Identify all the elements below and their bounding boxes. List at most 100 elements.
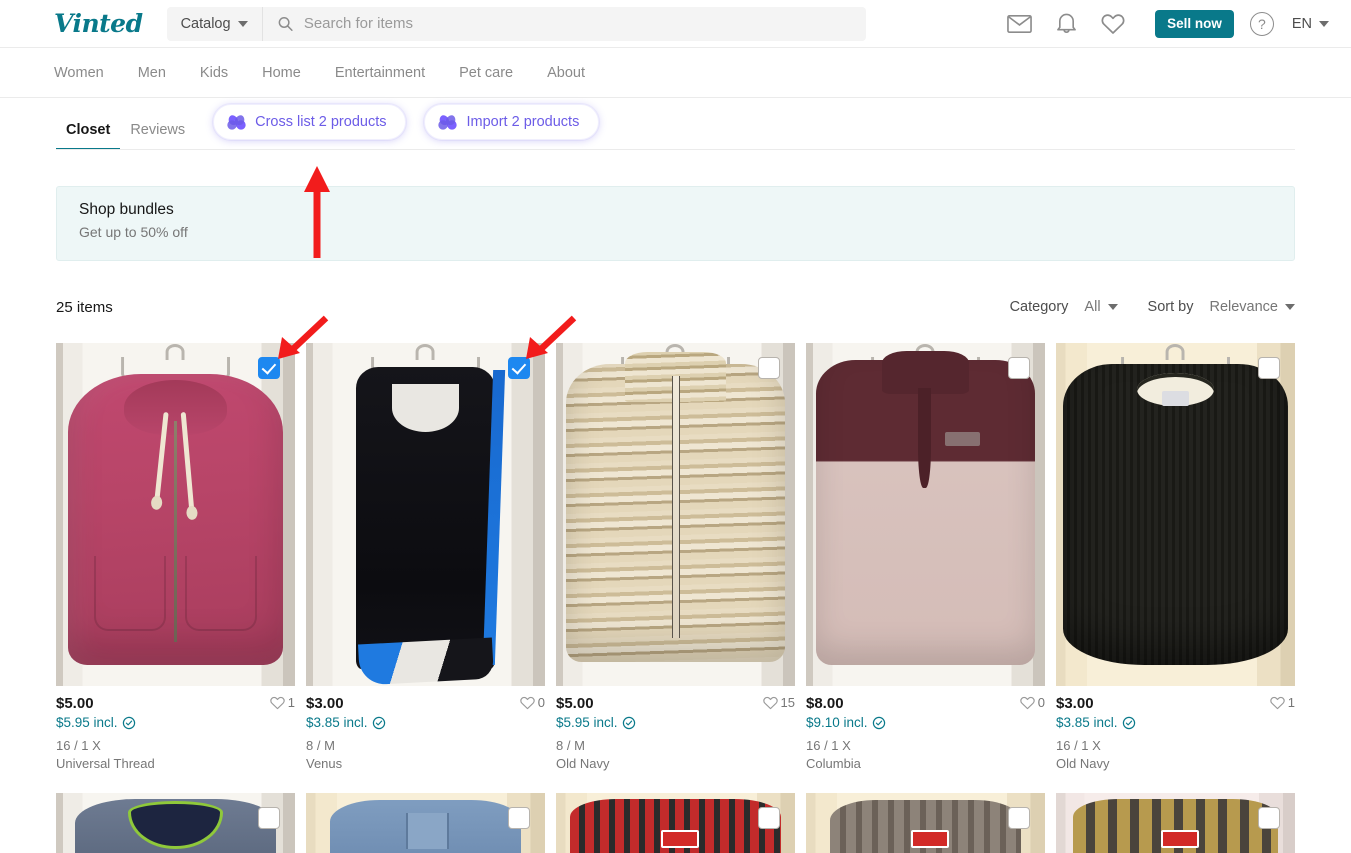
garment-sherpa-jacket [565, 351, 786, 662]
product-select-checkbox[interactable] [758, 807, 780, 829]
product-card[interactable]: $5.00 15 $5.95 incl. 8 / M Old Navy [556, 343, 795, 771]
product-photo[interactable] [56, 343, 295, 686]
product-photo[interactable] [306, 343, 545, 686]
likes-count: 0 [537, 695, 545, 710]
product-select-checkbox[interactable] [1258, 807, 1280, 829]
nav-item-men[interactable]: Men [138, 65, 166, 81]
sort-by-dropdown[interactable]: Relevance [1209, 299, 1295, 315]
search-box[interactable] [261, 6, 866, 41]
nav-item-entertainment[interactable]: Entertainment [335, 65, 425, 81]
product-grid: $5.00 1 $5.95 incl. 16 / 1 X Universal T… [56, 343, 1295, 853]
sort-by-value: Relevance [1209, 299, 1278, 315]
product-card[interactable]: $8.00 0 $9.10 incl. 16 / 1 X Columbia [806, 343, 1045, 771]
sell-now-button[interactable]: Sell now [1155, 9, 1234, 38]
catalog-dropdown[interactable]: Catalog [166, 6, 262, 41]
tank-inner-layer [392, 384, 459, 433]
buyer-protection-shield-icon [122, 716, 135, 729]
product-select-checkbox[interactable] [258, 357, 280, 379]
columbia-logo-patch [944, 432, 981, 446]
product-price: $5.00 [56, 695, 94, 712]
product-brand: Old Navy [556, 756, 610, 771]
heart-icon [762, 696, 778, 709]
nav-item-women[interactable]: Women [54, 65, 104, 81]
product-card[interactable]: $3.00 1 $3.85 incl. 16 / 1 X Old Navy [1056, 343, 1295, 771]
filter-bar: 25 items Category All Sort by Relevance [56, 293, 1295, 321]
nav-item-kids[interactable]: Kids [200, 65, 228, 81]
product-brand: Venus [306, 756, 343, 771]
vinted-logo[interactable]: Vinted [54, 9, 143, 38]
product-select-checkbox[interactable] [1008, 357, 1030, 379]
envelope-icon[interactable] [1007, 14, 1032, 34]
product-photo[interactable] [1056, 793, 1295, 853]
product-card[interactable] [1056, 793, 1295, 853]
language-label: EN [1291, 15, 1312, 32]
catalog-label: Catalog [180, 15, 231, 32]
inclusive-price-row: $5.95 incl. [56, 715, 295, 730]
product-photo[interactable] [806, 343, 1045, 686]
sort-by-label: Sort by [1147, 299, 1194, 315]
likes-counter[interactable]: 0 [520, 695, 545, 710]
buyer-protection-shield-icon [622, 716, 635, 729]
product-card[interactable]: $5.00 1 $5.95 incl. 16 / 1 X Universal T… [56, 343, 295, 771]
product-photo[interactable] [56, 793, 295, 853]
likes-counter[interactable]: 15 [762, 695, 795, 710]
product-photo[interactable] [806, 793, 1045, 853]
product-photo[interactable] [556, 793, 795, 853]
product-card[interactable]: $3.00 0 $3.85 incl. 8 / M Venus [306, 343, 545, 771]
shop-bundles-banner[interactable]: Shop bundles Get up to 50% off [56, 186, 1295, 261]
tab-reviews[interactable]: Reviews [120, 122, 195, 150]
product-select-checkbox[interactable] [258, 807, 280, 829]
import-products-button[interactable]: Import 2 products [424, 104, 600, 140]
category-filter-dropdown[interactable]: All [1084, 299, 1118, 315]
inclusive-price: $5.95 incl. [56, 715, 118, 730]
product-meta: $8.00 0 $9.10 incl. 16 / 1 X Columbia [806, 686, 1045, 771]
help-icon[interactable]: ? [1249, 11, 1274, 36]
likes-counter[interactable]: 1 [1270, 695, 1295, 710]
product-photo[interactable] [306, 793, 545, 853]
category-nav: Women Men Kids Home Entertainment Pet ca… [0, 48, 1351, 98]
product-photo[interactable] [1056, 343, 1295, 686]
import-label: Import 2 products [466, 114, 580, 130]
product-size: 16 / 1 X [56, 738, 101, 753]
inclusive-price: $3.85 incl. [306, 715, 368, 730]
crosslist-butterfly-icon [227, 114, 246, 130]
language-selector[interactable]: EN [1292, 16, 1329, 32]
product-card[interactable] [806, 793, 1045, 853]
product-select-checkbox[interactable] [508, 807, 530, 829]
product-photo[interactable] [556, 343, 795, 686]
product-select-checkbox[interactable] [1008, 807, 1030, 829]
product-card[interactable] [556, 793, 795, 853]
product-card[interactable] [306, 793, 545, 853]
product-size: 16 / 1 X [1056, 738, 1101, 753]
garment-black-knit-top [1063, 363, 1288, 666]
price-row: $3.00 0 [306, 695, 545, 712]
inclusive-price: $5.95 incl. [556, 715, 618, 730]
nav-item-home[interactable]: Home [262, 65, 301, 81]
nav-item-about[interactable]: About [547, 65, 585, 81]
item-count: 25 items [56, 298, 113, 316]
bell-icon[interactable] [1056, 12, 1077, 35]
price-row: $5.00 1 [56, 695, 295, 712]
tab-closet[interactable]: Closet [56, 122, 121, 150]
cross-list-products-button[interactable]: Cross list 2 products [213, 104, 407, 140]
product-meta: $5.00 1 $5.95 incl. 16 / 1 X Universal T… [56, 686, 295, 771]
likes-counter[interactable]: 1 [270, 695, 295, 710]
likes-count: 1 [1287, 695, 1295, 710]
heart-icon[interactable] [1101, 13, 1125, 35]
product-select-checkbox[interactable] [1258, 357, 1280, 379]
heart-icon [1270, 696, 1285, 709]
banner-title: Shop bundles [79, 201, 174, 218]
search-input[interactable] [301, 14, 852, 33]
product-select-checkbox[interactable] [508, 357, 530, 379]
heart-icon [520, 696, 535, 709]
product-card[interactable] [56, 793, 295, 853]
product-price: $3.00 [1056, 695, 1094, 712]
product-price: $5.00 [556, 695, 594, 712]
product-select-checkbox[interactable] [758, 357, 780, 379]
price-row: $8.00 0 [806, 695, 1045, 712]
product-meta: $3.00 1 $3.85 incl. 16 / 1 X Old Navy [1056, 686, 1295, 771]
nav-item-pet-care[interactable]: Pet care [459, 65, 513, 81]
likes-counter[interactable]: 0 [1020, 695, 1045, 710]
likes-count: 1 [287, 695, 295, 710]
category-filter-label: Category [1009, 299, 1069, 315]
